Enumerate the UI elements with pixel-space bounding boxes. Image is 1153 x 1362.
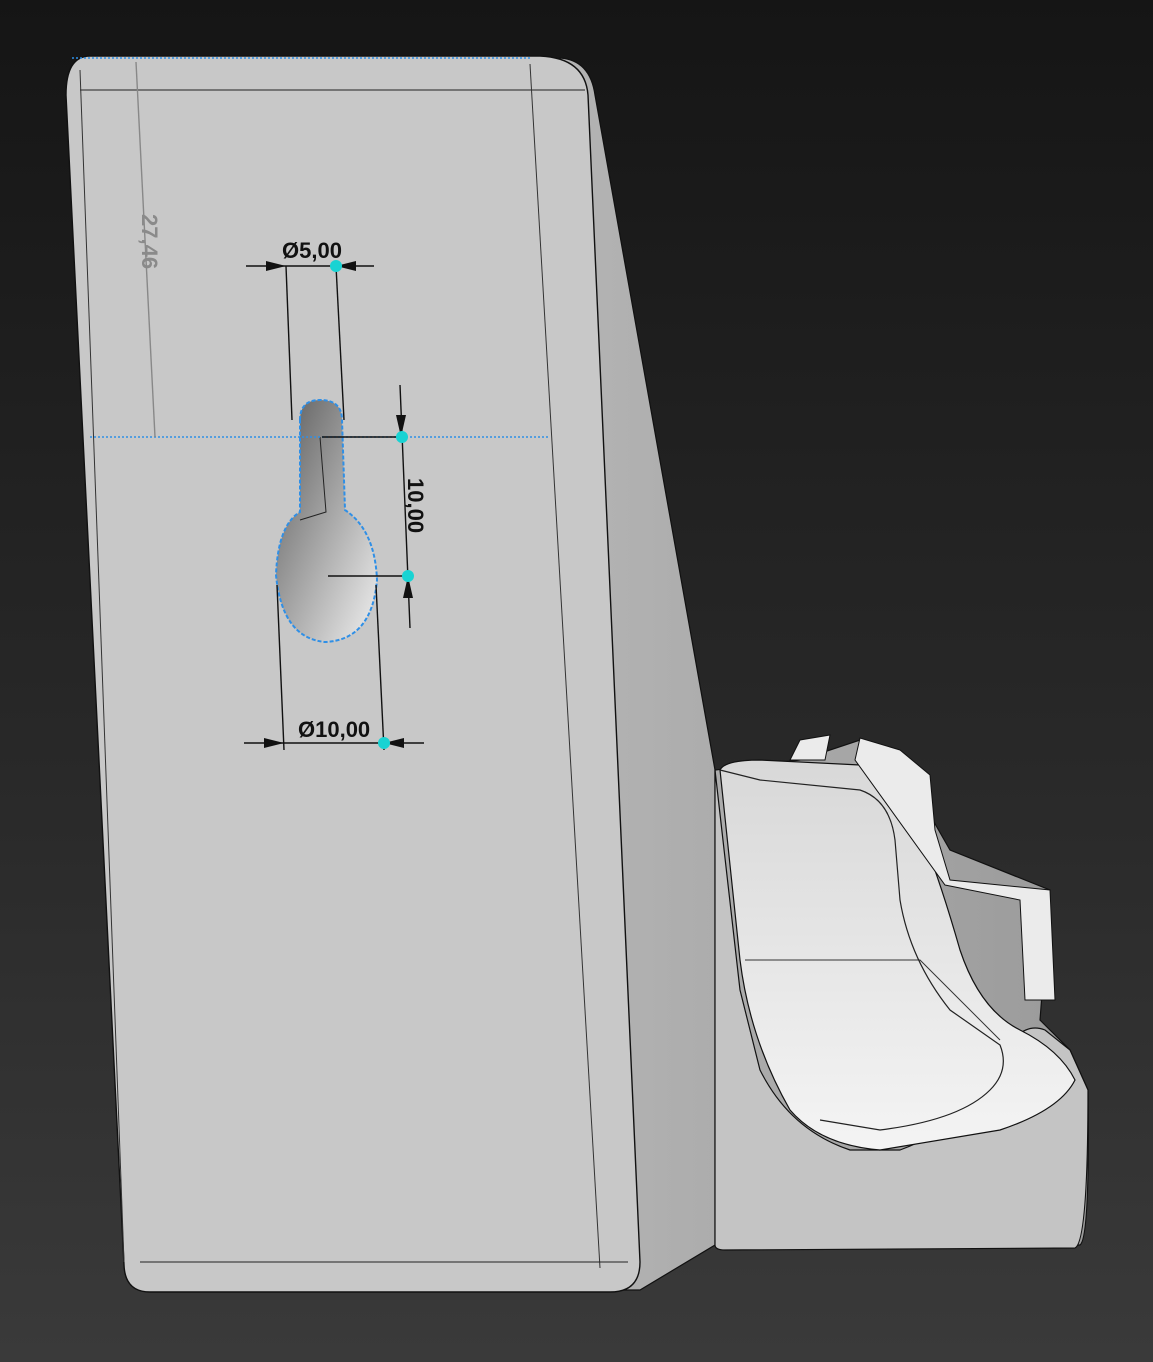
part-side-face (559, 57, 1089, 1291)
sketch-point[interactable] (402, 570, 414, 582)
dimension-slot-diameter-label[interactable]: Ø5,00 (282, 238, 342, 263)
dimension-vertical-offset-label[interactable]: 27,46 (137, 214, 162, 269)
dimension-center-distance-label[interactable]: 10,00 (403, 478, 428, 533)
cad-viewport[interactable]: 27,46 Ø5,00 10,00 Ø10,00 (0, 0, 1153, 1362)
dimension-hole-diameter-label[interactable]: Ø10,00 (298, 717, 370, 742)
sketch-point[interactable] (378, 737, 390, 749)
sketch-point[interactable] (396, 431, 408, 443)
